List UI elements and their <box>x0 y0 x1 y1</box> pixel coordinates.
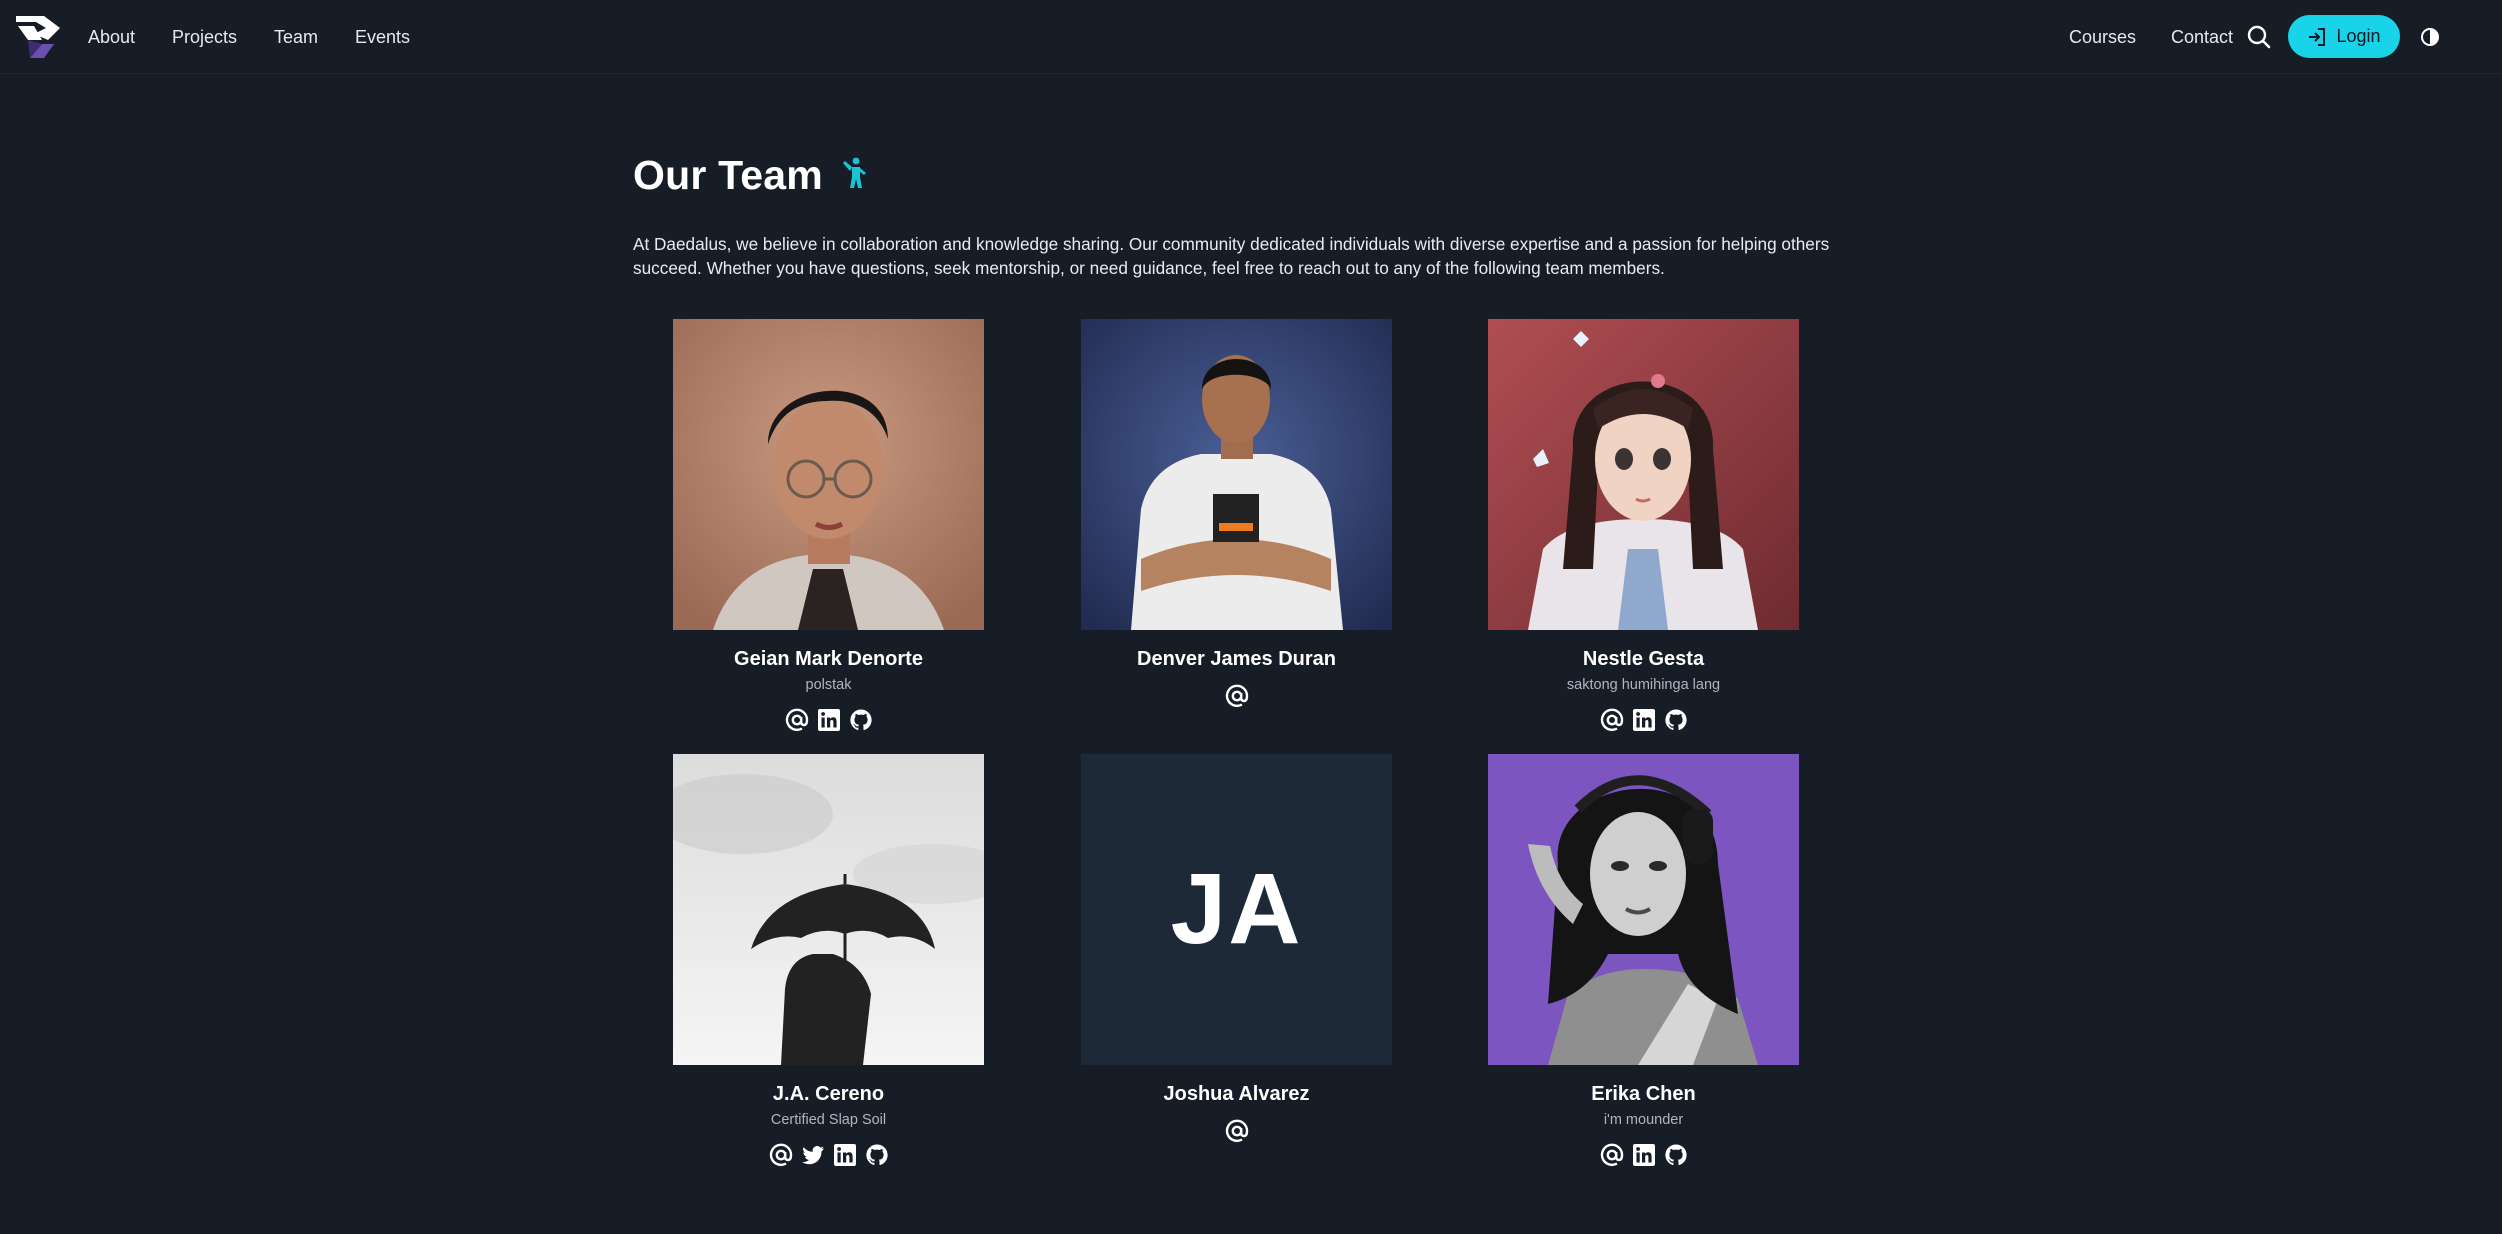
member-name: Geian Mark Denorte <box>734 648 923 670</box>
email-icon[interactable] <box>1225 1119 1249 1143</box>
email-icon[interactable] <box>1225 684 1249 708</box>
email-icon[interactable] <box>1600 1143 1624 1167</box>
half-moon-icon <box>2420 27 2440 47</box>
intro-paragraph: At Daedalus, we believe in collaboration… <box>633 234 1830 278</box>
member-role: saktong humihinga lang <box>1566 677 1721 693</box>
login-button[interactable]: Login <box>2288 15 2400 58</box>
nav-link-about[interactable]: About <box>88 0 135 74</box>
daedalus-logo[interactable] <box>14 14 64 60</box>
member-role: i'm mounder <box>1603 1112 1684 1128</box>
github-icon[interactable] <box>865 1143 889 1167</box>
theme-toggle[interactable] <box>2414 21 2464 53</box>
team-card: Geian Mark Denorte polstak <box>673 319 984 732</box>
social-links <box>673 1143 984 1167</box>
member-photo <box>673 754 984 1065</box>
twitter-icon[interactable] <box>801 1143 825 1167</box>
member-photo <box>1488 754 1799 1065</box>
search-icon[interactable] <box>2246 24 2272 50</box>
member-photo <box>1081 319 1392 630</box>
github-icon[interactable] <box>1664 1143 1688 1167</box>
nav-link-projects[interactable]: Projects <box>172 0 237 74</box>
member-role: Certified Slap Soil <box>770 1112 887 1128</box>
github-icon[interactable] <box>1664 708 1688 732</box>
member-name: J.A. Cereno <box>772 1083 885 1105</box>
team-card: JA Joshua Alvarez <box>1081 754 1392 1143</box>
person-waving-icon <box>841 157 871 194</box>
social-links <box>673 708 984 732</box>
nav-link-courses[interactable]: Courses <box>2069 0 2136 74</box>
page-title-row: Our Team <box>633 148 871 202</box>
member-role: polstak <box>805 677 852 693</box>
member-photo <box>1488 319 1799 630</box>
team-card: J.A. Cereno Certified Slap Soil <box>673 754 984 1167</box>
social-links <box>1488 708 1799 732</box>
team-card: Nestle Gesta saktong humihinga lang <box>1488 319 1799 732</box>
email-icon[interactable] <box>1600 708 1624 732</box>
nav-link-team[interactable]: Team <box>274 0 318 74</box>
team-card: Denver James Duran <box>1081 319 1392 708</box>
login-icon <box>2309 27 2326 46</box>
member-name: Denver James Duran <box>1137 648 1336 670</box>
social-links <box>1081 684 1392 708</box>
linkedin-icon[interactable] <box>833 1143 857 1167</box>
member-initials-avatar: JA <box>1081 754 1392 1065</box>
linkedin-icon[interactable] <box>1632 1143 1656 1167</box>
login-label: Login <box>2336 26 2381 46</box>
member-name: Nestle Gesta <box>1582 648 1705 670</box>
member-name: Joshua Alvarez <box>1163 1083 1310 1105</box>
email-icon[interactable] <box>785 708 809 732</box>
top-navbar: About Projects Team Events Courses Conta… <box>0 0 2502 74</box>
email-icon[interactable] <box>769 1143 793 1167</box>
linkedin-icon[interactable] <box>817 708 841 732</box>
social-links <box>1081 1119 1392 1143</box>
social-links <box>1488 1143 1799 1167</box>
team-card: Erika Chen i'm mounder <box>1488 754 1799 1167</box>
nav-link-contact[interactable]: Contact <box>2171 0 2233 74</box>
page-title: Our Team <box>633 151 823 198</box>
member-name: Erika Chen <box>1591 1083 1696 1105</box>
nav-link-events[interactable]: Events <box>355 0 410 74</box>
github-icon[interactable] <box>849 708 873 732</box>
linkedin-icon[interactable] <box>1632 708 1656 732</box>
member-photo <box>673 319 984 630</box>
